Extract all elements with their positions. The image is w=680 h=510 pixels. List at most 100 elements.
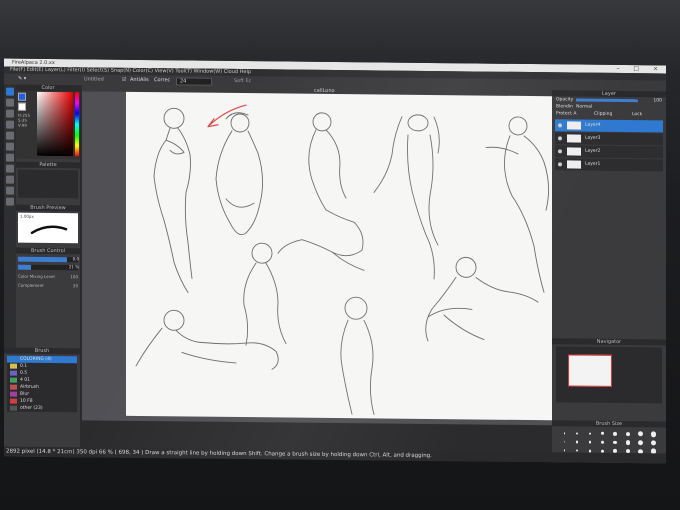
layer-row[interactable]: Layer2 (555, 145, 663, 159)
lasso-tool-icon[interactable] (6, 153, 14, 162)
secondary-color-swatch[interactable] (18, 102, 26, 111)
brush-color-chip (10, 405, 17, 411)
brush-control-panel: Brush Control 8.0 21 % Color Mixing Leve… (16, 247, 80, 309)
brush-size-dot[interactable] (638, 431, 644, 437)
brush-color-chip (10, 377, 17, 383)
layer-options-row: Protect A Clipping Lock (552, 110, 666, 118)
brush-size-dot[interactable] (625, 440, 631, 445)
brush-item[interactable]: other (23) (7, 405, 77, 413)
brush-opacity-slider[interactable]: 21 % (18, 264, 79, 271)
brush-size-dot[interactable] (600, 440, 605, 444)
layer-opacity-bar[interactable] (576, 98, 638, 103)
brush-preview-area: 1.00px (18, 212, 78, 244)
left-panel: Color H:255 S:35 V:99 Palette Brush Prev… (4, 84, 80, 458)
brush-size-dot[interactable] (613, 440, 618, 445)
antialias-label: AntiAlis (130, 76, 149, 84)
brush-size-dot[interactable] (638, 440, 644, 446)
brush-item-label: 0.5 (20, 370, 28, 376)
correction-label: Correc (154, 77, 171, 84)
visibility-eye-icon[interactable] (558, 123, 562, 128)
fill-tool-icon[interactable] (6, 131, 14, 140)
brush-color-chip (10, 356, 17, 362)
lock-checkbox[interactable]: Lock (632, 111, 642, 118)
brush-color-chip (10, 391, 17, 397)
layer-thumbnail (567, 160, 581, 169)
color-mixing-row[interactable]: Color Mixing Level 100 (18, 274, 78, 280)
complement-row[interactable]: Complement 30 (18, 283, 78, 289)
brush-mode-icon[interactable]: ✎ ▾ (18, 74, 26, 85)
color-panel-title: Color (16, 84, 80, 92)
layer-row[interactable]: Layer3 (555, 132, 663, 146)
brush-color-chip (10, 384, 17, 390)
brush-item-label: other (23) (20, 405, 43, 411)
brush-size-dot[interactable] (563, 449, 566, 452)
brush-size-dot[interactable] (625, 431, 631, 437)
layer-thumbnail (567, 134, 581, 143)
app-window: FireAlpaca 2.0.xx – □ × File(F) Edit(E) … (4, 58, 666, 464)
hue-slider[interactable] (75, 92, 79, 157)
correction-select[interactable]: 24 (176, 76, 212, 86)
brush-color-chip (10, 363, 17, 369)
brush-size-dot[interactable] (588, 432, 592, 435)
brush-preview-panel: Brush Preview 1.00px (16, 204, 80, 246)
dot-tool-icon[interactable] (6, 109, 14, 118)
visibility-eye-icon[interactable] (558, 162, 562, 167)
brush-opacity-fill (18, 264, 31, 270)
protect-alpha-checkbox[interactable]: Protect A (556, 111, 576, 116)
color-swatches: H:255 S:35 V:99 (18, 92, 34, 128)
clipping-checkbox[interactable]: Clipping (594, 111, 612, 118)
layer-thumbnail (567, 147, 581, 156)
brush-size-value: 8.0 (72, 256, 79, 262)
brush-size-dot[interactable] (588, 440, 592, 444)
hsv-v: V:99 (18, 122, 27, 128)
brush-size-fill (18, 256, 68, 263)
brush-size-dot[interactable] (600, 431, 605, 436)
brush-item-label: 0.1 (20, 363, 28, 369)
brush-color-chip (10, 370, 17, 376)
navigator-view[interactable] (556, 346, 662, 404)
saturation-value-picker[interactable] (37, 91, 73, 157)
brush-tool-icon[interactable] (6, 87, 14, 96)
brush-size-dot[interactable] (650, 439, 657, 446)
brush-list: COLORING (4) 0.1 0.5 4 01 Airbrush Blur 10 F8 o… (7, 355, 77, 413)
eraser-tool-icon[interactable] (6, 98, 14, 107)
eyedropper-icon[interactable] (6, 175, 14, 184)
brush-stroke-preview (30, 225, 68, 235)
layer-name: Layer3 (585, 135, 601, 141)
move-tool-icon[interactable] (6, 120, 14, 129)
layer-row[interactable]: Layer4 (555, 119, 663, 133)
select-tool-icon[interactable] (6, 142, 14, 151)
brush-size-dot[interactable] (613, 431, 618, 436)
visibility-eye-icon[interactable] (558, 149, 562, 154)
brush-panel: Brush COLORING (4) 0.1 0.5 4 01 Airbrush Blur… (4, 347, 80, 458)
brush-size-dot[interactable] (576, 441, 579, 444)
antialias-checkbox[interactable]: ☑ (122, 75, 126, 86)
navigator-title: Navigator (552, 338, 666, 346)
brush-size-slider[interactable]: 8.0 (18, 256, 79, 263)
text-tool-icon[interactable] (6, 186, 14, 195)
right-panel: Layer Opacity 100 Blendin Normal Protect… (552, 90, 666, 464)
monitor-bezel: FireAlpaca 2.0.xx – □ × File(F) Edit(E) … (0, 0, 680, 510)
brush-size-dot[interactable] (576, 449, 579, 452)
palette-swatch-area[interactable] (18, 169, 78, 199)
color-panel: Color H:255 S:35 V:99 (16, 84, 80, 160)
palette-panel: Palette (16, 161, 80, 203)
hand-tool-icon[interactable] (6, 197, 14, 206)
primary-color-swatch[interactable] (18, 92, 26, 101)
brush-preview-title: Brush Preview (16, 204, 80, 212)
layer-row[interactable]: Layer1 (555, 158, 663, 172)
soft-edge-label: Soft Ec (234, 77, 252, 85)
visibility-eye-icon[interactable] (558, 136, 562, 141)
brush-size-dot[interactable] (650, 431, 657, 438)
brush-size-dot[interactable] (576, 432, 579, 435)
complement-value: 30 (72, 283, 78, 289)
blending-label: Blendin (556, 104, 573, 110)
canvas-area[interactable]: callLono (82, 85, 582, 426)
magic-wand-icon[interactable] (6, 164, 14, 173)
layer-thumbnail (567, 121, 581, 130)
navigator-viewport-box[interactable] (568, 354, 612, 387)
drawing-paper[interactable] (126, 91, 582, 421)
brush-size-dot[interactable] (563, 441, 566, 443)
toolbar-doc-name: Untitled (84, 76, 104, 83)
brush-size-dot[interactable] (563, 432, 566, 435)
